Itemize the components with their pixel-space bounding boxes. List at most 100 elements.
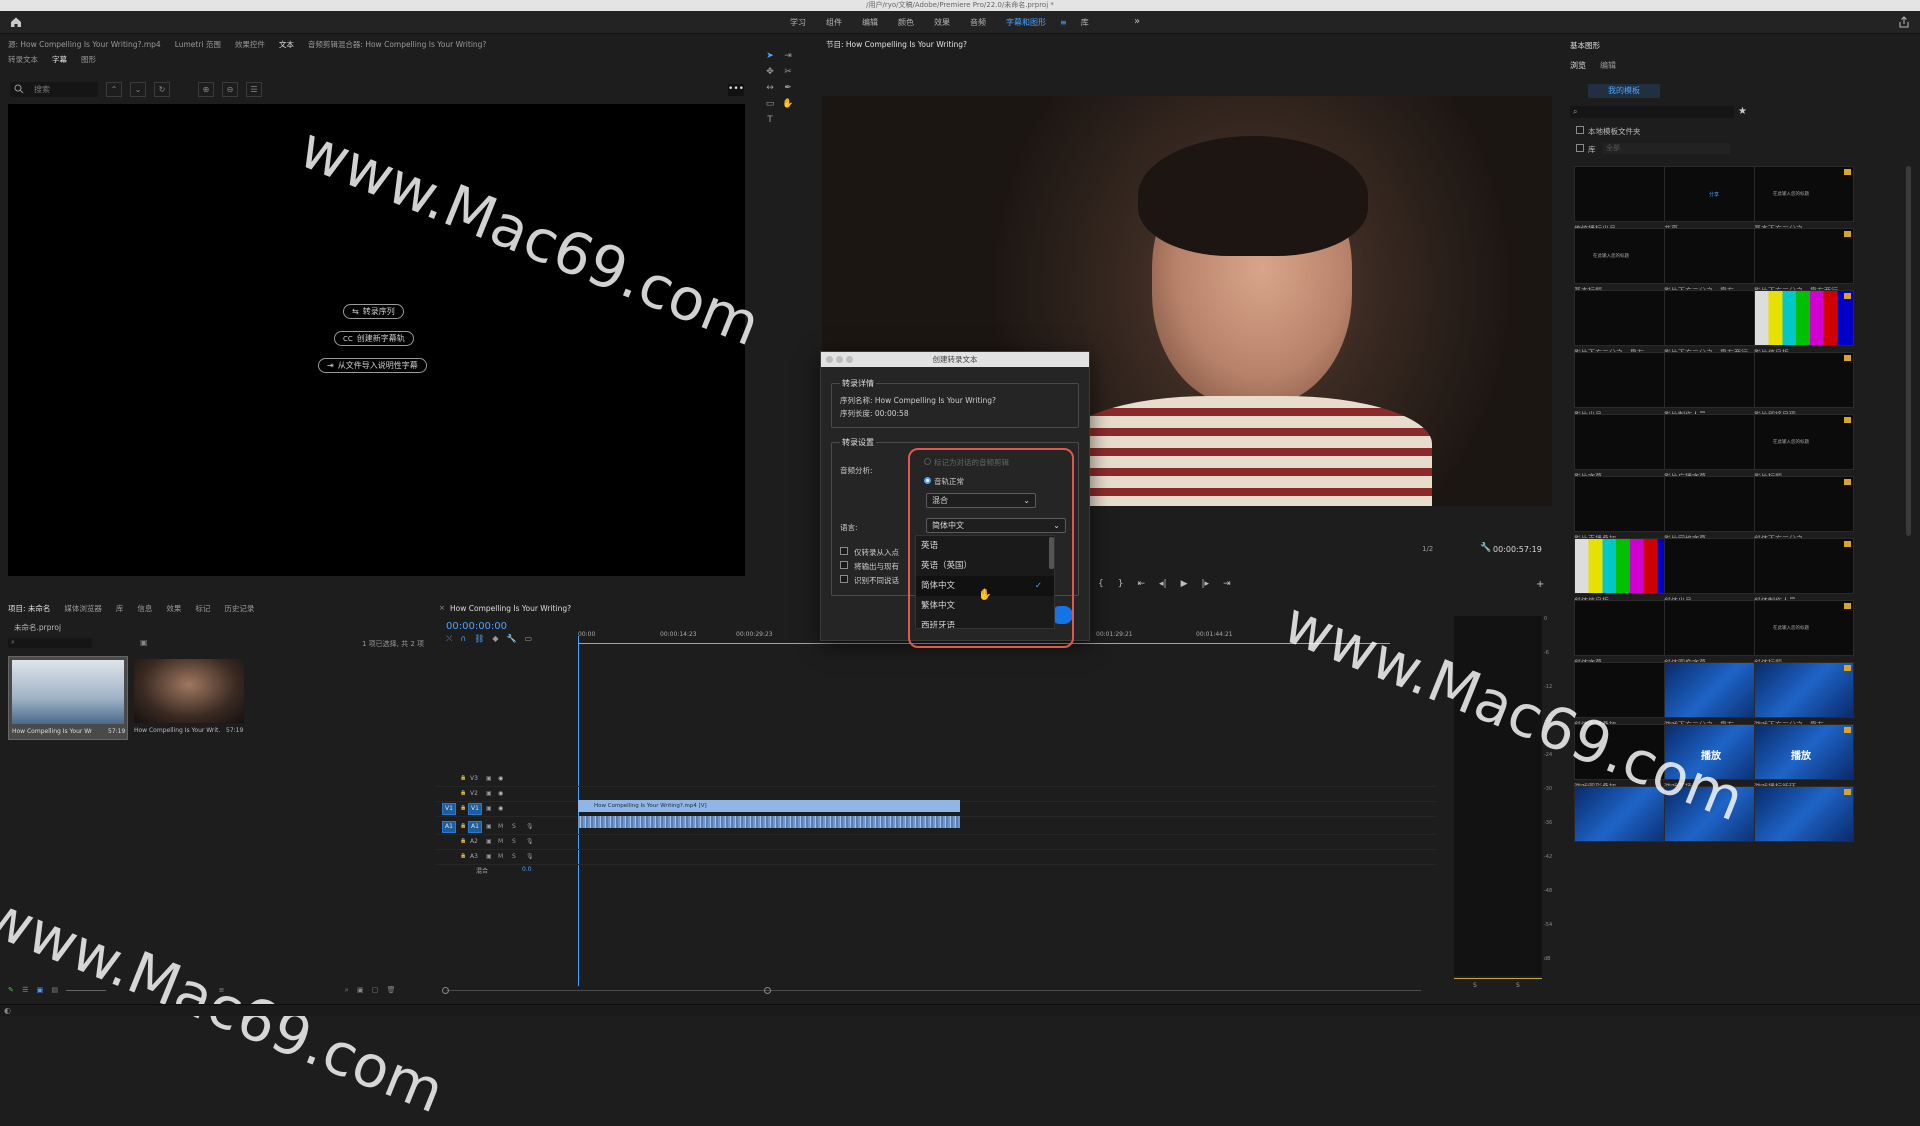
project-item[interactable]: How Compelling Is Your Writ... 57:19 bbox=[8, 656, 128, 740]
template-thumbnail[interactable] bbox=[1574, 476, 1674, 532]
source-patch[interactable]: V1 bbox=[442, 803, 456, 815]
mute-button[interactable]: M bbox=[498, 838, 503, 845]
close-window-dot[interactable] bbox=[826, 356, 833, 363]
video-clip[interactable]: How Compelling Is Your Writing?.mp4 [V] bbox=[578, 800, 960, 812]
project-tab[interactable]: 历史记录 bbox=[224, 603, 254, 614]
mute-button[interactable]: M bbox=[498, 823, 503, 830]
sync-lock-icon[interactable]: ▣ bbox=[486, 838, 492, 845]
template-thumbnail[interactable] bbox=[1664, 600, 1764, 656]
mix-value[interactable]: 0.0 bbox=[522, 866, 532, 873]
library-select[interactable]: 全部 bbox=[1602, 143, 1730, 154]
status-icon[interactable]: ◐ bbox=[4, 1006, 11, 1015]
template-thumbnail[interactable]: 分享 bbox=[1664, 166, 1764, 222]
workspace-tab[interactable]: 编辑 bbox=[852, 17, 888, 28]
resolution-select[interactable]: 1/2 bbox=[1422, 545, 1433, 553]
snap-icon[interactable]: ∩ bbox=[460, 634, 466, 644]
local-templates-checkbox[interactable] bbox=[1576, 126, 1584, 134]
template-thumbnail[interactable] bbox=[1664, 290, 1764, 346]
eg-scrollbar[interactable] bbox=[1906, 166, 1911, 536]
workspace-tab[interactable]: 颜色 bbox=[888, 17, 924, 28]
project-search-input[interactable]: ⌕ bbox=[8, 638, 92, 648]
track-name[interactable]: V1 bbox=[468, 803, 482, 815]
new-bin-icon[interactable]: ▣ bbox=[140, 638, 148, 647]
project-tab[interactable]: 媒体浏览器 bbox=[64, 603, 102, 614]
slip-icon[interactable]: ↔ bbox=[764, 82, 776, 94]
minimize-window-dot[interactable] bbox=[836, 356, 843, 363]
add-button-icon[interactable]: + bbox=[1536, 579, 1544, 590]
template-thumbnail[interactable] bbox=[1754, 786, 1854, 842]
hand-icon[interactable]: ✋ bbox=[782, 98, 794, 110]
home-icon[interactable] bbox=[10, 16, 22, 28]
lock-icon[interactable]: 🔒 bbox=[460, 775, 466, 781]
template-thumbnail[interactable] bbox=[1754, 476, 1854, 532]
checkbox-merge-output[interactable] bbox=[840, 561, 848, 569]
template-thumbnail[interactable] bbox=[1664, 662, 1764, 718]
mic-icon[interactable]: 🎙 bbox=[526, 838, 534, 845]
template-thumbnail[interactable] bbox=[1574, 414, 1674, 470]
import-caption-button[interactable]: ⇥ 从文件导入说明性字幕 bbox=[318, 358, 427, 373]
template-thumbnail[interactable] bbox=[1754, 352, 1854, 408]
solo-button[interactable]: S bbox=[512, 838, 516, 845]
template-thumbnail[interactable] bbox=[1664, 538, 1764, 594]
template-thumbnail[interactable] bbox=[1574, 538, 1674, 594]
track-name[interactable]: V2 bbox=[470, 790, 478, 797]
meter-label-right[interactable]: S bbox=[1516, 982, 1520, 989]
solo-button[interactable]: S bbox=[512, 853, 516, 860]
template-thumbnail[interactable] bbox=[1574, 600, 1674, 656]
checkbox-in-out[interactable] bbox=[840, 547, 848, 555]
more-options-icon[interactable]: ••• bbox=[728, 84, 744, 96]
find-icon[interactable]: ⌕ bbox=[345, 986, 349, 994]
template-thumbnail[interactable]: 在此输入您的标题 bbox=[1754, 600, 1854, 656]
rectangle-icon[interactable]: ▭ bbox=[764, 98, 776, 110]
align-icon[interactable]: ☰ bbox=[246, 82, 262, 97]
merge-icon[interactable]: ⊕ bbox=[198, 82, 214, 97]
caption-icon[interactable]: ▭ bbox=[525, 634, 533, 644]
wrench-icon[interactable]: 🔧 bbox=[1480, 543, 1491, 553]
lock-icon[interactable]: 🔒 bbox=[460, 805, 466, 811]
eye-icon[interactable]: ◉ bbox=[498, 775, 503, 782]
text-subtab[interactable]: 字幕 bbox=[52, 54, 67, 65]
source-patch[interactable]: A1 bbox=[442, 821, 456, 833]
timeline-close-icon[interactable]: × bbox=[439, 604, 445, 612]
project-tab[interactable]: 效果 bbox=[166, 603, 181, 614]
trash-icon[interactable]: 🗑 bbox=[387, 986, 396, 994]
track-name[interactable]: A1 bbox=[468, 821, 482, 833]
zoom-window-dot[interactable] bbox=[846, 356, 853, 363]
create-caption-track-button[interactable]: CC 创建新字幕轨 bbox=[334, 331, 414, 346]
sync-lock-icon[interactable]: ▣ bbox=[486, 853, 492, 860]
workspace-tab[interactable]: 学习 bbox=[780, 17, 816, 28]
template-thumbnail[interactable]: 在此输入您的标题 bbox=[1754, 166, 1854, 222]
track-name[interactable]: A2 bbox=[470, 838, 478, 845]
search-field[interactable]: 搜索 bbox=[10, 82, 98, 97]
workspace-tab[interactable]: 音频 bbox=[960, 17, 996, 28]
text-subtab[interactable]: 图形 bbox=[81, 54, 96, 65]
timeline-scroll-handle[interactable] bbox=[442, 987, 449, 994]
library-checkbox[interactable] bbox=[1576, 144, 1584, 152]
new-item-icon[interactable]: ▢ bbox=[372, 986, 379, 994]
go-to-in-icon[interactable]: ⇤ bbox=[1137, 579, 1145, 591]
workspace-tab[interactable]: 效果 bbox=[924, 17, 960, 28]
template-thumbnail[interactable] bbox=[1754, 228, 1854, 284]
mic-icon[interactable]: 🎙 bbox=[526, 823, 534, 830]
mark-out-icon[interactable]: } bbox=[1118, 579, 1124, 591]
sync-lock-icon[interactable]: ▣ bbox=[486, 790, 492, 797]
freeform-view-icon[interactable]: ▤ bbox=[51, 986, 58, 994]
eg-search-input[interactable]: ⌕ bbox=[1570, 106, 1734, 118]
pencil-icon[interactable]: ✎ bbox=[8, 986, 14, 994]
chevron-up-icon[interactable]: ⌃ bbox=[106, 82, 122, 97]
template-thumbnail[interactable] bbox=[1664, 352, 1764, 408]
icon-view-icon[interactable]: ▣ bbox=[37, 986, 44, 994]
new-bin-icon[interactable]: ▣ bbox=[357, 986, 364, 994]
selection-tool-icon[interactable]: ➤ bbox=[764, 50, 776, 62]
template-thumbnail[interactable] bbox=[1754, 290, 1854, 346]
chevron-down-icon[interactable]: ⌄ bbox=[130, 82, 146, 97]
source-tab[interactable]: 音频剪辑混合器: How Compelling Is Your Writing? bbox=[308, 39, 486, 50]
template-thumbnail[interactable] bbox=[1574, 352, 1674, 408]
template-thumbnail[interactable]: 播放 bbox=[1754, 724, 1854, 780]
ripple-edit-icon[interactable]: ✥ bbox=[764, 66, 776, 78]
linked-icon[interactable]: ⛓ bbox=[474, 634, 484, 644]
nest-icon[interactable]: ⤬ bbox=[446, 634, 452, 644]
source-tab[interactable]: 效果控件 bbox=[235, 39, 265, 50]
play-icon[interactable]: ▶ bbox=[1181, 579, 1188, 591]
track-name[interactable]: A3 bbox=[470, 853, 478, 860]
